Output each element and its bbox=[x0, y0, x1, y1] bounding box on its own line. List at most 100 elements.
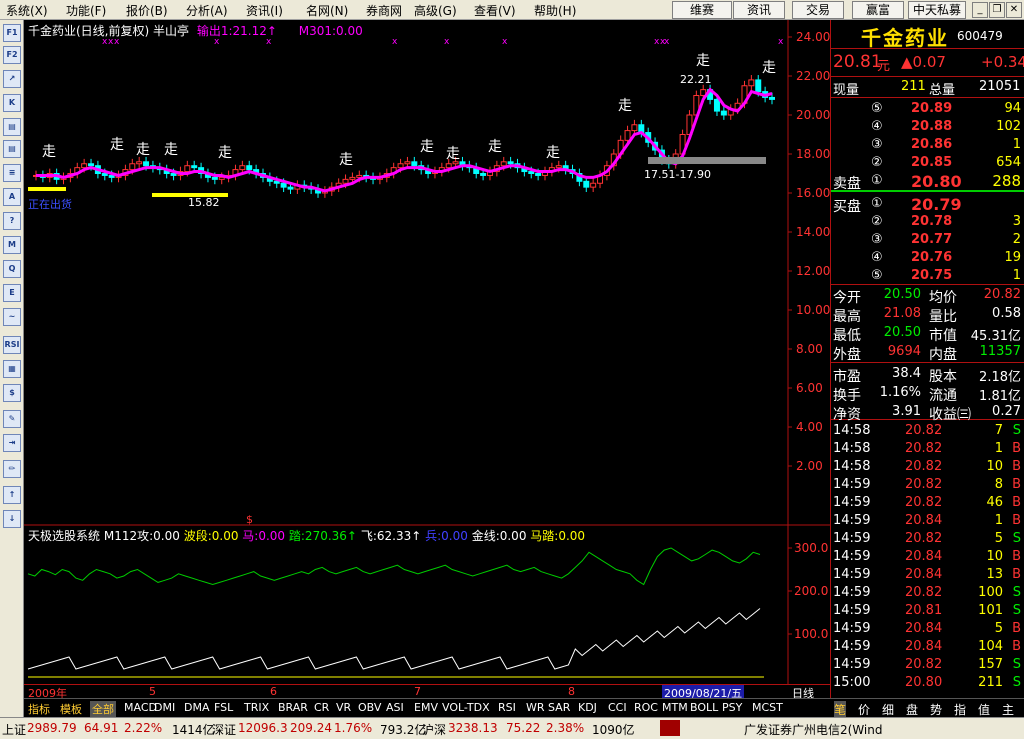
annot-low: 15.82 bbox=[188, 196, 220, 209]
quote-tab-4[interactable]: 势 bbox=[930, 701, 942, 718]
candle-body bbox=[748, 79, 755, 87]
tab-mtm[interactable]: MTM bbox=[660, 701, 690, 714]
order-row[interactable]: ④ 20.88 102 bbox=[831, 118, 1024, 136]
toolbar-button-10[interactable]: Q bbox=[3, 260, 21, 278]
tab-指标[interactable]: 指标 bbox=[26, 701, 52, 717]
order-row[interactable]: ③ 20.77 2 bbox=[831, 231, 1024, 249]
tick-row: 14:59 20.84 13 B bbox=[831, 566, 1024, 584]
order-level: ⑤ bbox=[871, 101, 883, 116]
quote-tab-7[interactable]: 主 bbox=[1002, 701, 1014, 718]
quote-tab-2[interactable]: 细 bbox=[882, 701, 894, 718]
annot-high: 22.21 bbox=[680, 73, 712, 86]
toolbar-button-9[interactable]: M bbox=[3, 236, 21, 254]
tab-模板[interactable]: 模板 bbox=[58, 701, 84, 717]
menu-system[interactable]: 系统(X) bbox=[6, 2, 48, 19]
tab-vol-tdx[interactable]: VOL-TDX bbox=[440, 701, 492, 714]
close-icon[interactable]: ✕ bbox=[1006, 2, 1022, 18]
quote-tab-6[interactable]: 值 bbox=[978, 701, 990, 718]
order-volume: 102 bbox=[996, 119, 1021, 134]
toolbar-button-16[interactable]: ✎ bbox=[3, 410, 21, 428]
toolbar-button-2[interactable]: ↗ bbox=[3, 70, 21, 88]
tab-brar[interactable]: BRAR bbox=[276, 701, 310, 714]
tick-time: 14:59 bbox=[833, 621, 871, 636]
toolbar-button-19[interactable]: ↑ bbox=[3, 486, 21, 504]
tab-fsl[interactable]: FSL bbox=[212, 701, 235, 714]
y-label: 14.00 bbox=[796, 225, 830, 239]
toolbar-button-18[interactable]: ✏ bbox=[3, 460, 21, 478]
order-row[interactable]: ④ 20.76 19 bbox=[831, 249, 1024, 267]
tab-cr[interactable]: CR bbox=[312, 701, 331, 714]
quote-tab-3[interactable]: 盘 bbox=[906, 701, 918, 718]
stat-value: 1.16% bbox=[879, 385, 921, 400]
tab-cci[interactable]: CCI bbox=[606, 701, 629, 714]
yingfu-button[interactable]: 赢富 bbox=[852, 1, 904, 19]
tab-vr[interactable]: VR bbox=[334, 701, 353, 714]
trade-button[interactable]: 交易 bbox=[792, 1, 844, 19]
tab-sar[interactable]: SAR bbox=[546, 701, 572, 714]
menu-analysis[interactable]: 分析(A) bbox=[186, 2, 228, 19]
chart-canvas[interactable]: 24.00 22.00 20.00 18.00 16.00 14.00 12.00 10.00… bbox=[24, 20, 830, 684]
tab-dma[interactable]: DMA bbox=[182, 701, 212, 714]
tab-trix[interactable]: TRIX bbox=[242, 701, 271, 714]
toolbar-button-12[interactable]: ~ bbox=[3, 308, 21, 326]
tab-rsi[interactable]: RSI bbox=[496, 701, 518, 714]
menu-netsite[interactable]: 名网(N) bbox=[306, 2, 348, 19]
hs-amount: 1090亿 bbox=[592, 723, 635, 737]
order-row[interactable]: ⑤ 20.75 1 bbox=[831, 267, 1024, 285]
order-price: 20.88 bbox=[911, 119, 953, 134]
menu-view[interactable]: 查看(V) bbox=[474, 2, 516, 19]
candle-body bbox=[342, 178, 349, 184]
menu-function[interactable]: 功能(F) bbox=[66, 2, 106, 19]
ind-jin: 金线:0.00 bbox=[471, 529, 527, 543]
order-volume: 2 bbox=[1012, 232, 1021, 247]
tab-wr[interactable]: WR bbox=[524, 701, 547, 714]
tab-mcst[interactable]: MCST bbox=[750, 701, 785, 714]
tab-asi[interactable]: ASI bbox=[384, 701, 406, 714]
toolbar-button-0[interactable]: F1 bbox=[3, 24, 21, 42]
toolbar-button-14[interactable]: ▦ bbox=[3, 360, 21, 378]
private-fund-button[interactable]: 中天私募 bbox=[908, 1, 966, 19]
info-button[interactable]: 资讯 bbox=[733, 1, 785, 19]
weisai-button[interactable]: 维赛 bbox=[672, 1, 732, 19]
tick-volume: 46 bbox=[986, 495, 1003, 510]
tab-emv[interactable]: EMV bbox=[412, 701, 440, 714]
order-row[interactable]: ② 20.78 3 bbox=[831, 213, 1024, 231]
tab-roc[interactable]: ROC bbox=[632, 701, 660, 714]
order-row[interactable]: 卖盘 ① 20.80 288 bbox=[831, 172, 1024, 192]
tab-全部[interactable]: 全部 bbox=[90, 701, 116, 717]
toolbar-button-1[interactable]: F2 bbox=[3, 46, 21, 64]
toolbar-button-4[interactable]: ▤ bbox=[3, 118, 21, 136]
tab-dmi[interactable]: DMI bbox=[152, 701, 177, 714]
quote-tab-0[interactable]: 笔 bbox=[834, 701, 847, 718]
tab-boll[interactable]: BOLL bbox=[688, 701, 720, 714]
quote-tab-5[interactable]: 指 bbox=[954, 701, 966, 718]
tab-obv[interactable]: OBV bbox=[356, 701, 383, 714]
menu-info[interactable]: 资讯(I) bbox=[246, 2, 283, 19]
minimize-icon[interactable]: _ bbox=[972, 2, 988, 18]
quote-tab-1[interactable]: 价 bbox=[858, 701, 870, 718]
order-row[interactable]: ③ 20.86 1 bbox=[831, 136, 1024, 154]
menu-broker[interactable]: 券商网 bbox=[366, 2, 402, 19]
order-row[interactable]: 买盘 ① 20.79 bbox=[831, 195, 1024, 215]
menu-advanced[interactable]: 高级(G) bbox=[414, 2, 457, 19]
menu-help[interactable]: 帮助(H) bbox=[534, 2, 576, 19]
stat-value: 45.31亿 bbox=[970, 329, 1021, 344]
toolbar-button-6[interactable]: ≡ bbox=[3, 164, 21, 182]
toolbar-button-17[interactable]: ⇥ bbox=[3, 434, 21, 452]
toolbar-button-8[interactable]: ? bbox=[3, 212, 21, 230]
toolbar-button-13[interactable]: RSI bbox=[3, 336, 21, 354]
tab-kdj[interactable]: KDJ bbox=[576, 701, 599, 714]
order-row[interactable]: ⑤ 20.89 94 bbox=[831, 100, 1024, 118]
restore-icon[interactable]: ❐ bbox=[989, 2, 1005, 18]
toolbar-button-7[interactable]: A bbox=[3, 188, 21, 206]
menu-quote[interactable]: 报价(B) bbox=[126, 2, 168, 19]
toolbar-button-11[interactable]: E bbox=[3, 284, 21, 302]
kline-chart[interactable]: 24.00 22.00 20.00 18.00 16.00 14.00 12.00 10.00… bbox=[24, 20, 830, 684]
stat-label: 净资 bbox=[833, 407, 861, 423]
toolbar-button-15[interactable]: $ bbox=[3, 384, 21, 402]
order-row[interactable]: ② 20.85 654 bbox=[831, 154, 1024, 172]
tab-psy[interactable]: PSY bbox=[720, 701, 744, 714]
toolbar-button-3[interactable]: K bbox=[3, 94, 21, 112]
toolbar-button-20[interactable]: ↓ bbox=[3, 510, 21, 528]
toolbar-button-5[interactable]: ▤ bbox=[3, 140, 21, 158]
